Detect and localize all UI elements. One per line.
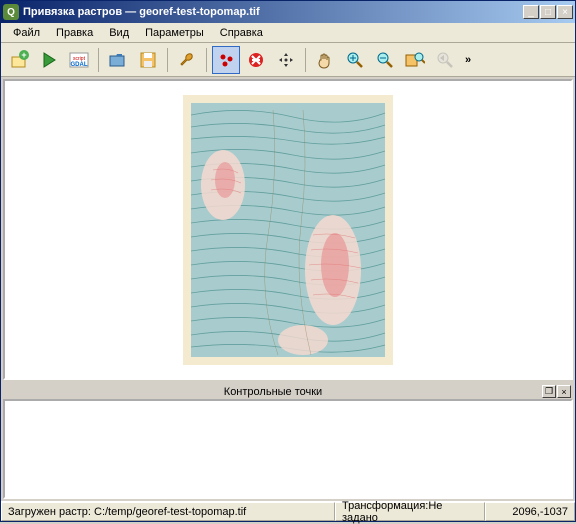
menu-params[interactable]: Параметры — [137, 24, 212, 42]
status-coords: 2096,-1037 — [485, 502, 575, 521]
svg-text:GDAL: GDAL — [71, 62, 88, 68]
gcp-panel-header: Контрольные точки ❐ × — [3, 384, 573, 399]
window-title: Привязка растров — georef-test-topomap.t… — [23, 6, 523, 18]
gcp-panel-title: Контрольные точки — [5, 386, 541, 398]
zoom-out-button[interactable] — [371, 46, 399, 74]
zoom-in-icon — [346, 51, 364, 69]
toolbar-separator — [98, 48, 99, 72]
svg-text:+: + — [21, 50, 26, 60]
zoom-layer-button[interactable] — [401, 46, 429, 74]
toolbar-separator — [305, 48, 306, 72]
add-point-button[interactable] — [212, 46, 240, 74]
zoom-in-button[interactable] — [341, 46, 369, 74]
close-button[interactable]: × — [557, 5, 573, 19]
zoom-last-icon — [436, 51, 454, 69]
menubar: Файл Правка Вид Параметры Справка — [1, 23, 575, 43]
app-icon: Q — [3, 4, 19, 20]
panel-close-button[interactable]: × — [557, 385, 571, 398]
play-icon — [40, 51, 58, 69]
wrench-icon — [178, 51, 196, 69]
menu-help[interactable]: Справка — [212, 24, 271, 42]
transform-settings-button[interactable] — [173, 46, 201, 74]
statusbar: Загружен растр: C:/temp/georef-test-topo… — [1, 501, 575, 521]
zoom-out-icon — [376, 51, 394, 69]
panel-undock-button[interactable]: ❐ — [542, 385, 556, 398]
gcp-panel-body — [3, 399, 573, 499]
load-gcp-button[interactable] — [104, 46, 132, 74]
app-window: Q Привязка растров — georef-test-topomap… — [0, 0, 576, 522]
status-transform: Трансформация:Не задано — [335, 502, 485, 521]
delete-point-icon — [247, 51, 265, 69]
move-point-icon — [277, 51, 295, 69]
menu-edit[interactable]: Правка — [48, 24, 101, 42]
menu-file[interactable]: Файл — [5, 24, 48, 42]
open-raster-button[interactable]: + — [5, 46, 33, 74]
add-point-icon — [217, 51, 235, 69]
toolbar: + scriptGDAL » — [1, 43, 575, 77]
folder-open-icon — [108, 51, 128, 69]
open-raster-icon: + — [9, 50, 29, 70]
raster-image — [183, 95, 393, 365]
status-loaded-raster: Загружен растр: C:/temp/georef-test-topo… — [1, 502, 335, 521]
start-georef-button[interactable] — [35, 46, 63, 74]
menu-view[interactable]: Вид — [101, 24, 137, 42]
hand-icon — [316, 51, 334, 69]
toolbar-separator — [167, 48, 168, 72]
delete-point-button[interactable] — [242, 46, 270, 74]
zoom-layer-icon — [405, 51, 425, 69]
pan-button[interactable] — [311, 46, 339, 74]
toolbar-separator — [206, 48, 207, 72]
content-area: Контрольные точки ❐ × — [1, 77, 575, 501]
map-canvas[interactable] — [3, 79, 573, 380]
zoom-last-button — [431, 46, 459, 74]
toolbar-overflow-button[interactable]: » — [461, 54, 475, 66]
save-icon — [139, 51, 157, 69]
titlebar: Q Привязка растров — georef-test-topomap… — [1, 1, 575, 23]
move-point-button[interactable] — [272, 46, 300, 74]
maximize-button[interactable]: □ — [540, 5, 556, 19]
save-gcp-button[interactable] — [134, 46, 162, 74]
gdal-script-icon: scriptGDAL — [68, 50, 90, 70]
minimize-button[interactable]: _ — [523, 5, 539, 19]
gdal-script-button[interactable]: scriptGDAL — [65, 46, 93, 74]
